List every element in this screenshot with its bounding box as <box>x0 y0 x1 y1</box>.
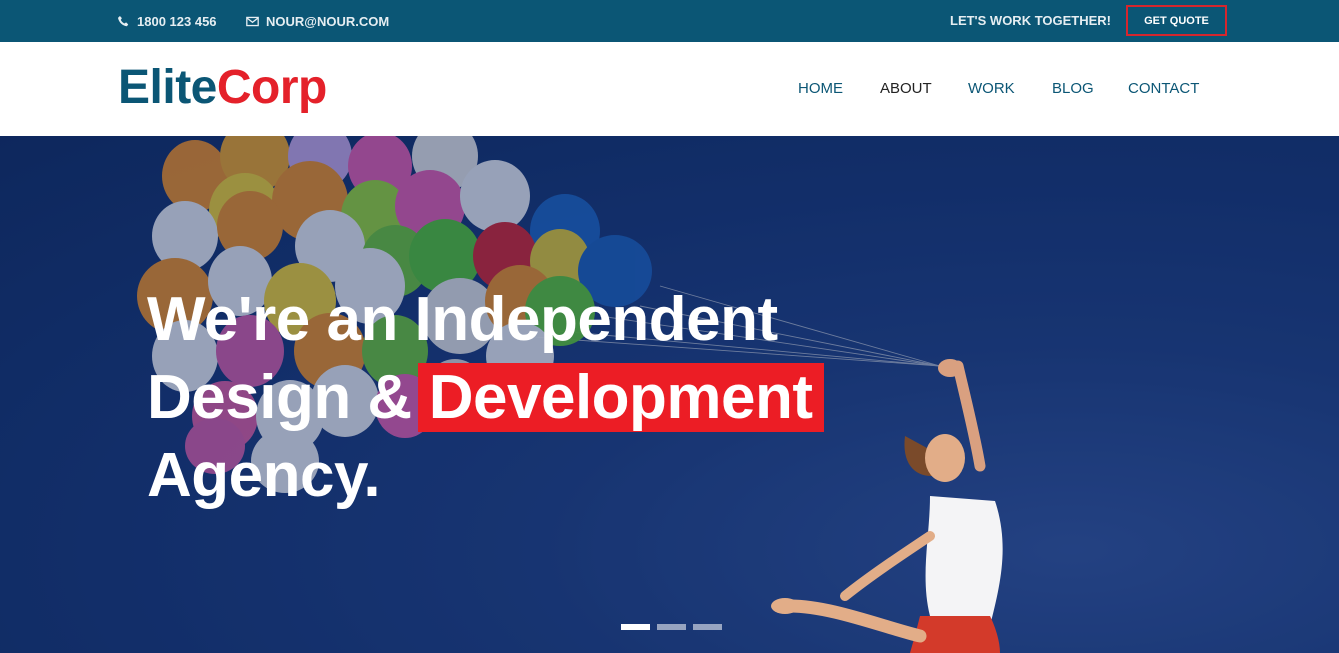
hero-line-2: Design & Development <box>147 359 824 437</box>
hero-line-2-prefix: Design & <box>147 363 412 432</box>
site-header: EliteCorp HOME ABOUT WORK BLOG CONTACT <box>0 42 1339 136</box>
top-bar: 1800 123 456 NOUR@NOUR.COM LET'S WORK TO… <box>0 0 1339 42</box>
get-quote-button[interactable]: GET QUOTE <box>1126 5 1227 36</box>
nav-blog[interactable]: BLOG <box>1052 80 1094 97</box>
phone-number: 1800 123 456 <box>137 13 217 29</box>
slider-dot-3[interactable] <box>693 624 722 630</box>
slider-dot-1[interactable] <box>621 624 650 630</box>
logo[interactable]: EliteCorp <box>118 60 327 116</box>
nav-home[interactable]: HOME <box>798 80 843 97</box>
slider-dot-2[interactable] <box>657 624 686 630</box>
nav-contact[interactable]: CONTACT <box>1128 80 1199 97</box>
nav-about[interactable]: ABOUT <box>880 80 932 97</box>
nav-work[interactable]: WORK <box>968 80 1015 97</box>
phone-contact[interactable]: 1800 123 456 <box>117 0 217 42</box>
email-contact[interactable]: NOUR@NOUR.COM <box>246 0 389 42</box>
work-together-tagline: LET'S WORK TOGETHER! <box>950 12 1112 28</box>
hero-line-1: We're an Independent <box>147 285 778 354</box>
hero-line-3: Agency. <box>147 441 381 510</box>
envelope-icon <box>246 16 259 26</box>
hero-highlight: Development <box>417 363 824 432</box>
phone-icon <box>117 15 129 26</box>
logo-part-elite: Elite <box>118 61 217 114</box>
hero-slider: We're an Independent Design & Development… <box>0 136 1339 653</box>
hero-headline: We're an Independent Design & Development… <box>147 281 824 515</box>
email-address: NOUR@NOUR.COM <box>266 13 390 29</box>
logo-part-corp: Corp <box>216 61 327 114</box>
